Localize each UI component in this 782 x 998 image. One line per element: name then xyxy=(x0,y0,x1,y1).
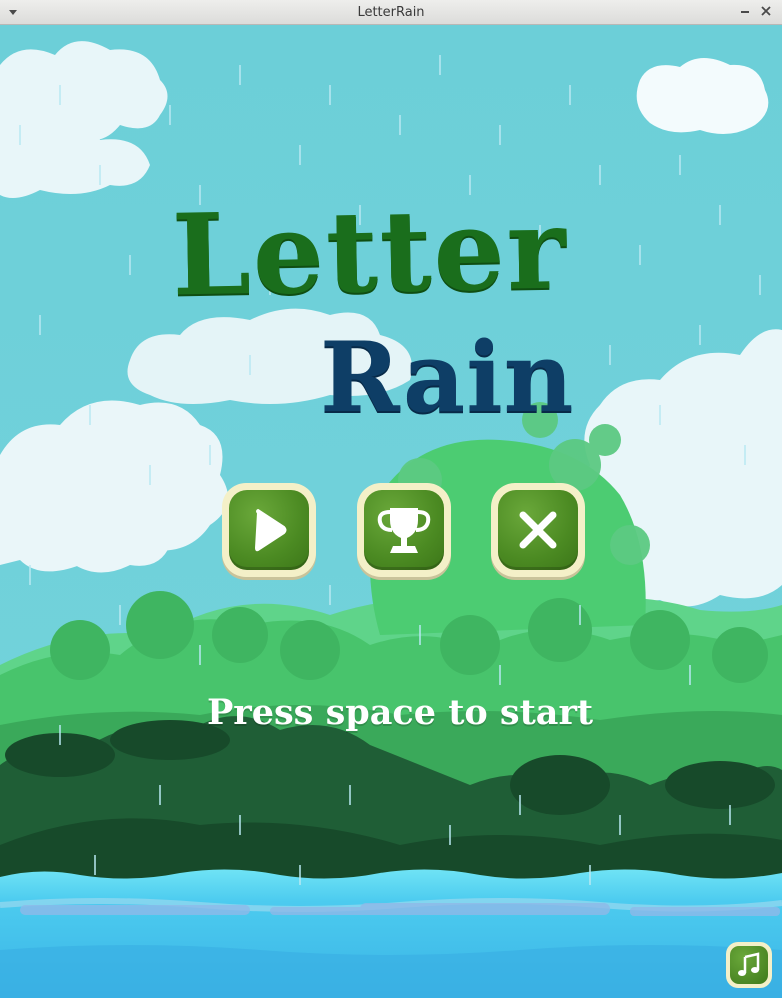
title-bar: LetterRain xyxy=(0,0,782,25)
trophy-icon xyxy=(377,508,431,553)
music-button-face xyxy=(730,946,768,984)
cloud xyxy=(0,41,168,199)
play-button[interactable] xyxy=(222,483,316,577)
game-title-line2: Rain xyxy=(320,321,575,434)
window-title: LetterRain xyxy=(357,5,425,20)
start-prompt: Press space to start xyxy=(206,692,594,733)
game-window: LetterRain Letter Rain Press space to st… xyxy=(0,0,782,998)
game-canvas[interactable]: Letter Rain Press space to start xyxy=(0,25,782,998)
leaderboard-button[interactable] xyxy=(357,483,451,577)
exit-button-face xyxy=(498,490,578,570)
music-note-icon xyxy=(738,952,760,976)
exit-button[interactable] xyxy=(491,483,585,577)
close-window-icon[interactable] xyxy=(759,4,773,18)
minimize-icon[interactable] xyxy=(738,4,752,18)
close-icon xyxy=(519,511,557,549)
leaderboard-button-face xyxy=(364,490,444,570)
play-button-face xyxy=(229,490,309,570)
play-icon xyxy=(255,509,287,552)
music-toggle-button[interactable] xyxy=(726,942,772,988)
game-title-line1: Letter xyxy=(170,183,569,322)
